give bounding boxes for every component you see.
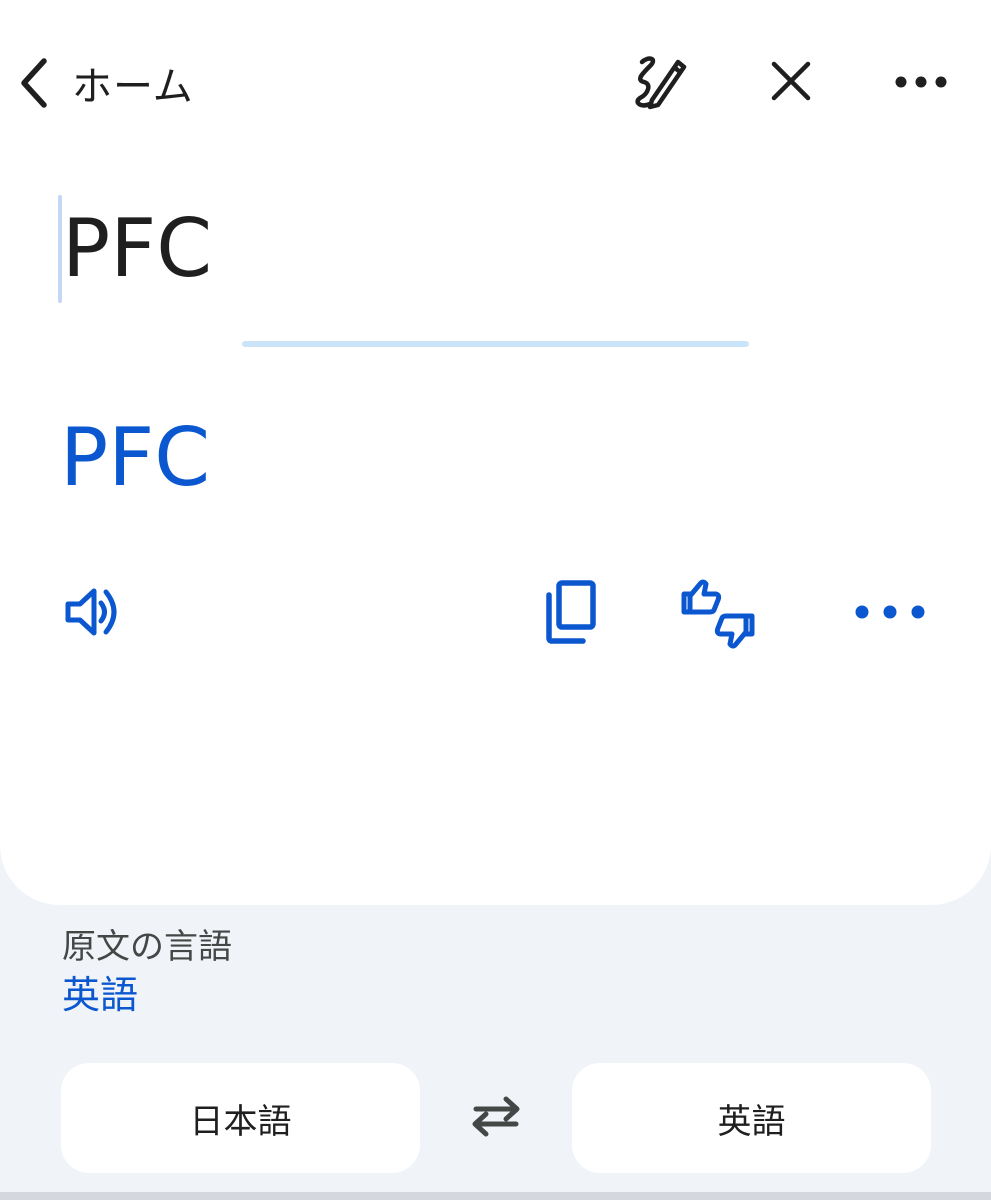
source-text[interactable]: PFC [62, 199, 212, 299]
top-bar: ホーム [0, 0, 991, 165]
back-button[interactable]: ホーム [14, 48, 194, 118]
close-icon [769, 59, 813, 107]
swap-languages-button[interactable] [461, 1086, 531, 1150]
more-options-button[interactable] [888, 50, 954, 116]
source-language-button[interactable]: 日本語 [61, 1063, 420, 1173]
translation-more-button[interactable] [848, 572, 932, 656]
target-language-button[interactable]: 英語 [572, 1063, 931, 1173]
back-label: ホーム [72, 64, 194, 110]
handwriting-icon [628, 50, 690, 116]
more-options-icon [894, 74, 948, 93]
handwriting-button[interactable] [626, 50, 692, 116]
feedback-thumbs-icon [678, 572, 758, 656]
copy-button[interactable] [529, 572, 613, 656]
rate-translation-button[interactable] [676, 572, 760, 656]
detected-language-value[interactable]: 英語 [62, 971, 138, 1019]
more-options-icon [854, 604, 926, 624]
divider [242, 341, 749, 347]
swap-arrows-icon [468, 1094, 524, 1142]
translated-text: PFC [60, 411, 211, 504]
back-chevron-icon [14, 55, 54, 111]
bottom-edge [0, 1192, 991, 1200]
speaker-icon [62, 582, 122, 646]
detected-language-caption: 原文の言語 [62, 927, 232, 967]
target-language-label: 英語 [717, 1101, 786, 1142]
copy-icon [541, 579, 601, 649]
close-button[interactable] [758, 50, 824, 116]
source-language-label: 日本語 [189, 1101, 292, 1142]
translation-card: ホーム PFC PFC [0, 0, 991, 905]
listen-button[interactable] [50, 572, 134, 656]
